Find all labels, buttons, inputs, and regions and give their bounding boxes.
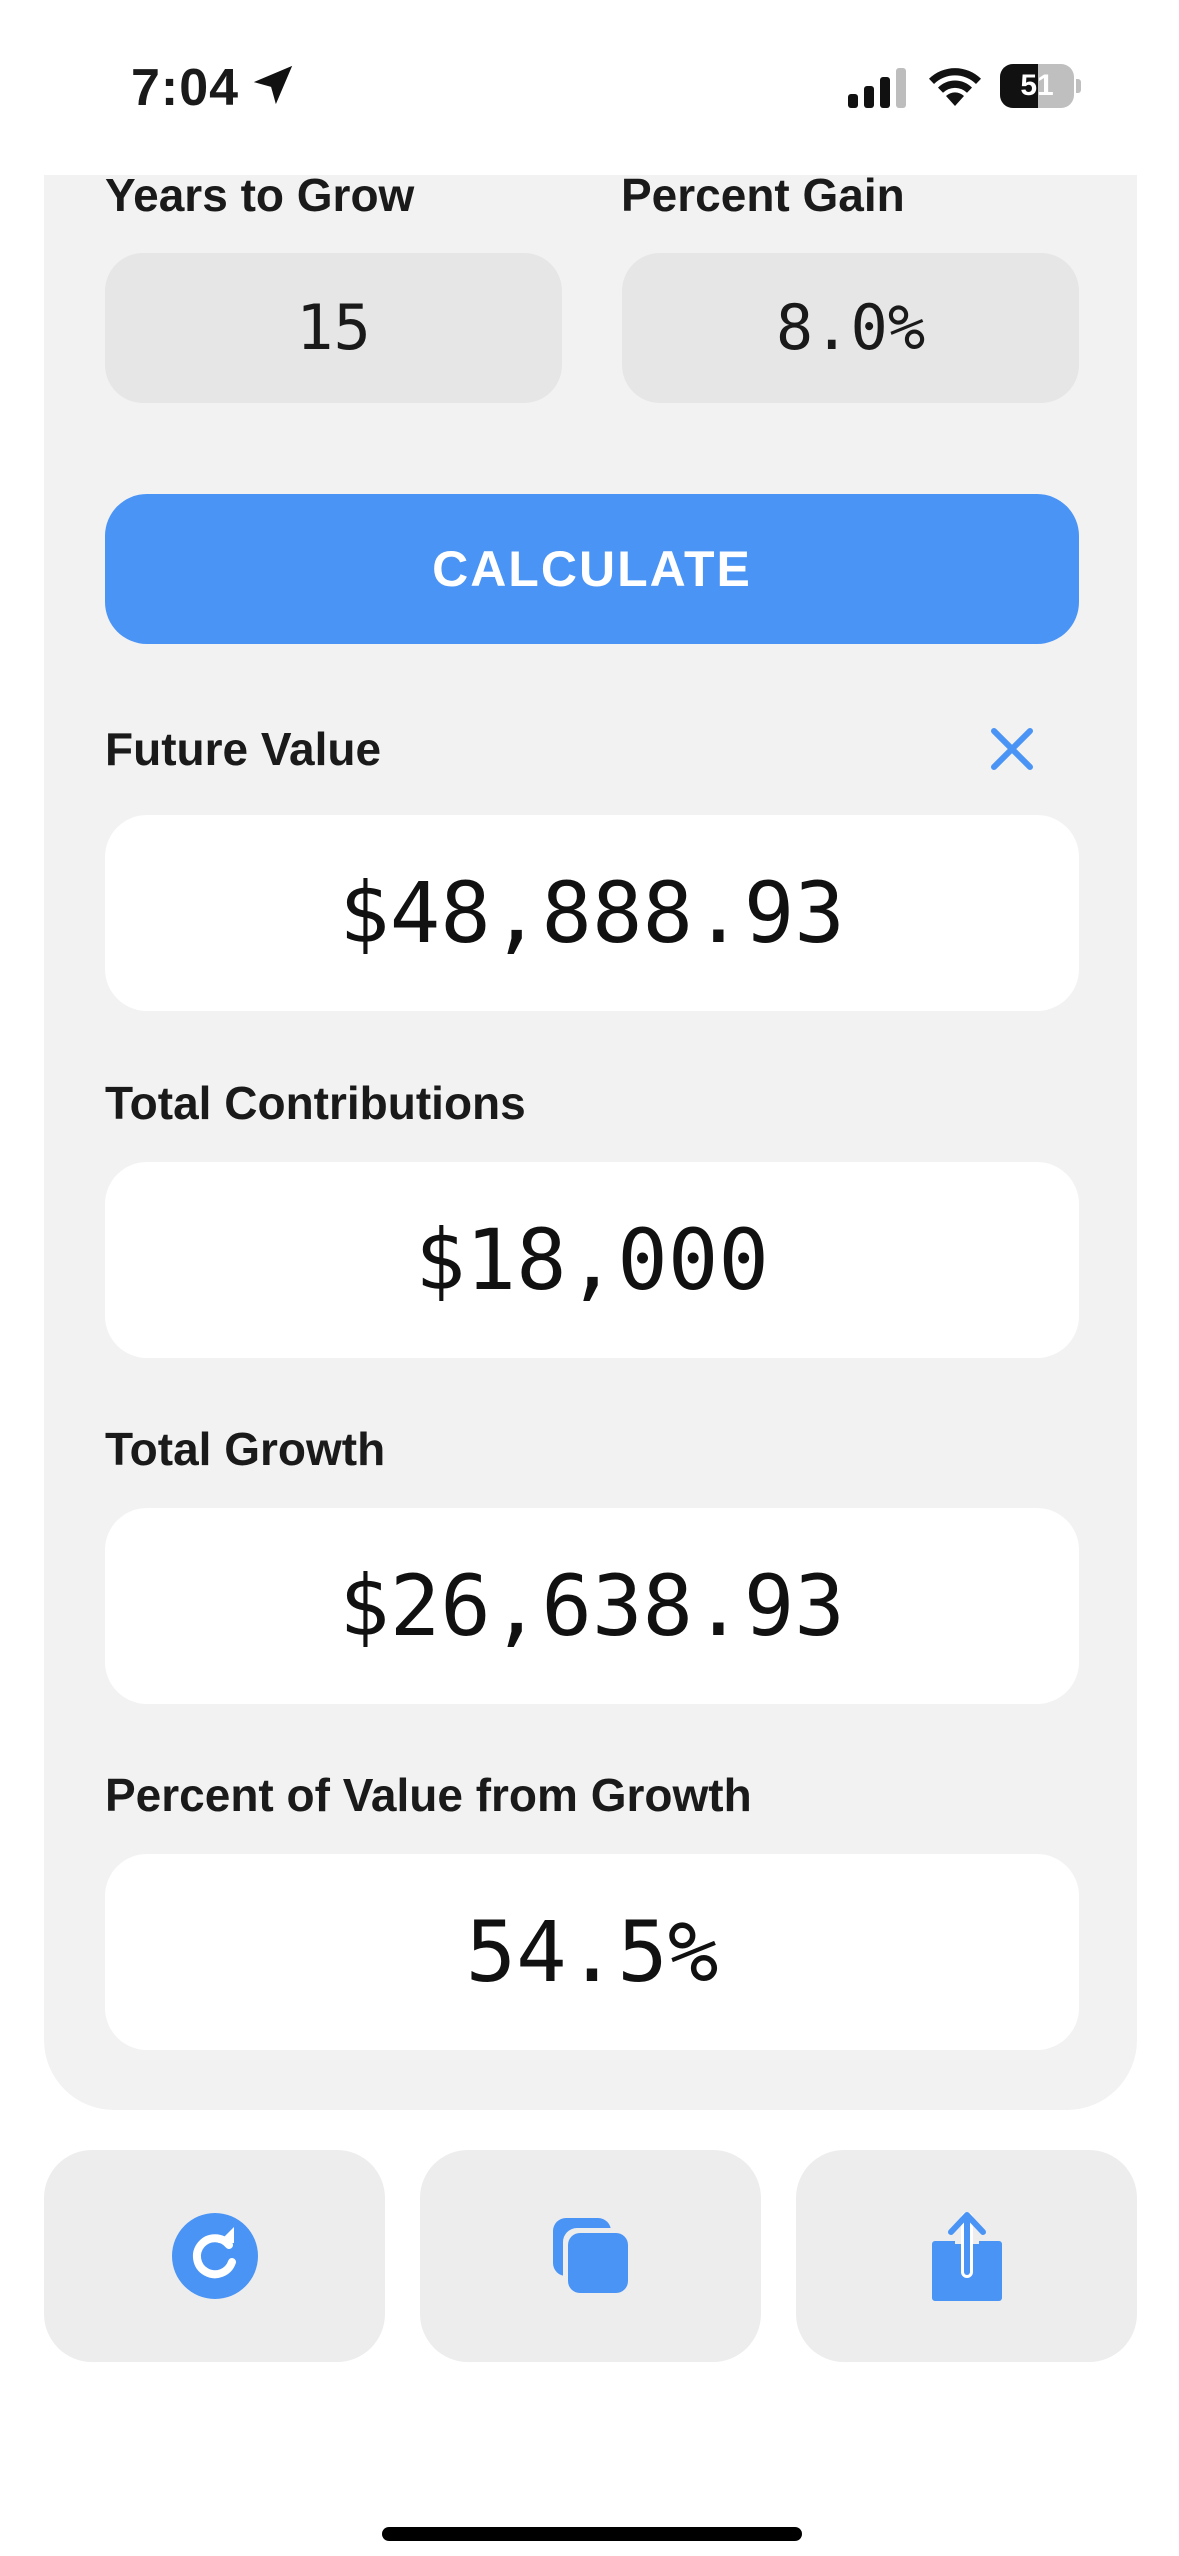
total-contributions-field: $18,000 <box>105 1162 1079 1358</box>
future-value-label: Future Value <box>105 723 382 775</box>
percent-gain-input[interactable]: 8.0% <box>622 253 1079 403</box>
cellular-signal-icon <box>848 68 906 108</box>
close-icon[interactable] <box>988 725 1036 773</box>
calculate-button[interactable]: CALCULATE <box>105 494 1079 644</box>
future-value-field: $48,888.93 <box>105 815 1079 1011</box>
percent-from-growth-field: 54.5% <box>105 1854 1079 2050</box>
percent-from-growth-label: Percent of Value from Growth <box>105 1769 752 1821</box>
home-indicator <box>382 2527 802 2541</box>
battery-percent: 51 <box>1020 69 1054 102</box>
copy-icon <box>552 2218 628 2293</box>
status-bar: 7:04 51 <box>0 0 1179 175</box>
location-arrow-icon <box>253 65 293 105</box>
total-contributions-label: Total Contributions <box>105 1077 526 1129</box>
share-icon <box>931 2212 1002 2301</box>
refresh-icon <box>171 2213 258 2299</box>
years-to-grow-label: Years to Grow <box>105 169 415 221</box>
percent-gain-label: Percent Gain <box>621 169 905 221</box>
years-to-grow-input[interactable]: 15 <box>105 253 562 403</box>
battery-indicator: 51 <box>1000 64 1081 108</box>
total-growth-field: $26,638.93 <box>105 1508 1079 1704</box>
share-button[interactable] <box>796 2150 1137 2362</box>
total-growth-label: Total Growth <box>105 1423 386 1475</box>
status-time: 7:04 <box>131 59 240 117</box>
copy-button[interactable] <box>420 2150 761 2362</box>
reset-button[interactable] <box>44 2150 385 2362</box>
wifi-icon <box>929 68 981 106</box>
